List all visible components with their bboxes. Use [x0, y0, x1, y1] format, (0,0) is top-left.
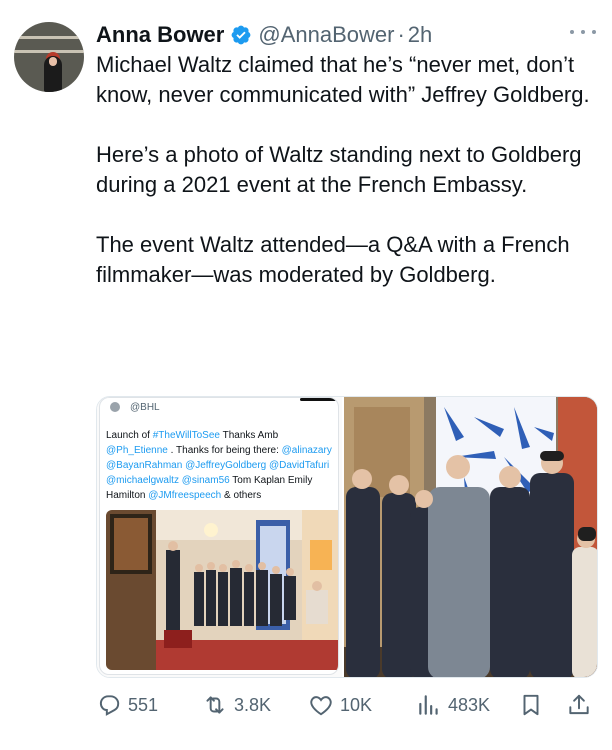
author-handle[interactable]: @AnnaBower: [258, 22, 394, 48]
tweet-text: Michael Waltz claimed that he’s “never m…: [96, 50, 596, 290]
embedded-text-span: & others: [221, 490, 262, 501]
tweet-paragraph: Here’s a photo of Waltz standing next to…: [96, 142, 582, 197]
action-bar: 551 3.8K 10K 483K: [96, 690, 598, 720]
views-count: 483K: [448, 694, 491, 715]
event-crowd-illustration: [344, 397, 597, 677]
repost-icon: [206, 696, 224, 714]
more-dot: [570, 30, 574, 34]
more-dot: [581, 30, 585, 34]
embedded-text-span: Launch of: [106, 430, 153, 441]
bookmark-icon: [523, 694, 539, 716]
avatar[interactable]: [14, 22, 84, 92]
author-name[interactable]: Anna Bower: [96, 22, 224, 48]
embedded-link[interactable]: @alinazary: [282, 445, 332, 456]
bookmark-button[interactable]: [518, 690, 544, 720]
media-image-screenshot[interactable]: @BHL Launch of #TheWillToSee Thanks Amb …: [97, 397, 342, 677]
embedded-link[interactable]: @sinam56: [182, 475, 230, 486]
tweet-paragraph: Michael Waltz claimed that he’s “never m…: [96, 52, 590, 107]
embedded-link[interactable]: @JeffreyGoldberg: [185, 460, 266, 471]
embedded-text: Launch of #TheWillToSee Thanks Amb @Ph_E…: [106, 428, 338, 503]
embedded-handle: @BHL: [130, 401, 160, 413]
avatar-face: [49, 57, 57, 66]
embedded-avatar: [110, 402, 120, 412]
share-icon: [569, 694, 589, 715]
embedded-link[interactable]: @JMfreespeech: [148, 490, 221, 501]
embedded-link[interactable]: @BayanRahman: [106, 460, 182, 471]
share-button[interactable]: [566, 690, 592, 720]
repost-button[interactable]: 3.8K: [202, 690, 271, 720]
embedded-header: @BHL: [110, 400, 160, 414]
tweet-header: Anna Bower @AnnaBower · 2h: [96, 20, 432, 50]
reply-icon: [99, 695, 120, 716]
embedded-text-span: . Thanks for being there:: [167, 445, 282, 456]
like-count: 10K: [340, 694, 373, 715]
verified-badge-icon[interactable]: [230, 24, 252, 46]
embedded-link[interactable]: @DavidTafuri: [269, 460, 329, 471]
repost-count: 3.8K: [234, 694, 272, 715]
embedded-tweet: @BHL Launch of #TheWillToSee Thanks Amb …: [99, 397, 339, 675]
views-button[interactable]: 483K: [416, 690, 490, 720]
tweet: Anna Bower @AnnaBower · 2h Michael Waltz…: [0, 0, 612, 750]
embedded-text-span: Thanks Amb: [219, 430, 279, 441]
embedded-link[interactable]: @Ph_Etienne: [106, 445, 168, 456]
embedded-top-bar: [300, 398, 336, 401]
like-button[interactable]: 10K: [308, 690, 372, 720]
views-icon: [419, 695, 438, 715]
media-grid: @BHL Launch of #TheWillToSee Thanks Amb …: [96, 396, 598, 678]
avatar-shelf: [14, 36, 84, 39]
separator-dot: ·: [397, 22, 405, 47]
embedded-link[interactable]: @michaelgwaltz: [106, 475, 179, 486]
more-options-icon[interactable]: [570, 22, 596, 42]
tweet-paragraph: The event Waltz attended—a Q&A with a Fr…: [96, 232, 570, 287]
event-room-illustration: [106, 510, 338, 670]
embedded-event-photo: [106, 510, 338, 670]
reply-count: 551: [128, 694, 159, 715]
embedded-link[interactable]: #TheWillToSee: [153, 430, 220, 441]
post-time[interactable]: 2h: [408, 22, 432, 48]
media-image-photo[interactable]: [344, 397, 597, 677]
like-icon: [310, 696, 332, 716]
more-dot: [592, 30, 596, 34]
reply-button[interactable]: 551: [96, 690, 158, 720]
